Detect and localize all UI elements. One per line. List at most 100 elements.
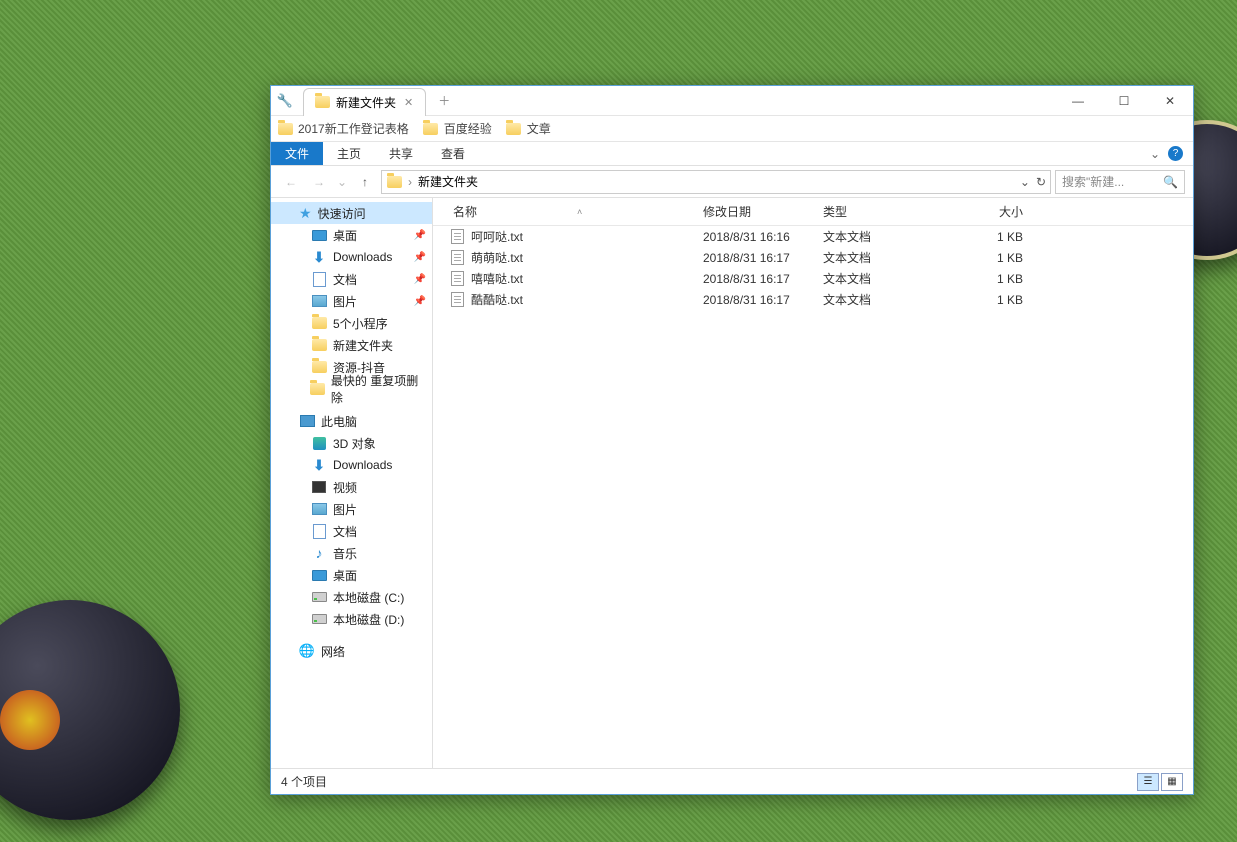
file-size: 1 KB: [963, 293, 1033, 307]
sidebar-network[interactable]: 🌐 网络: [271, 640, 432, 662]
sidebar-label: 图片: [333, 501, 357, 518]
sidebar-quick-access[interactable]: ★ 快速访问: [271, 202, 432, 224]
sidebar-item-3d[interactable]: 3D 对象: [271, 432, 432, 454]
sidebar-item[interactable]: 5个小程序: [271, 312, 432, 334]
ribbon-tab-view[interactable]: 查看: [427, 142, 479, 165]
folder-icon: [312, 361, 327, 373]
document-icon: [313, 272, 326, 287]
sidebar-item-downloads[interactable]: ⬇ Downloads: [271, 454, 432, 476]
status-bar: 4 个项目 ☰ ▦: [271, 768, 1193, 794]
column-header-size[interactable]: 大小: [963, 203, 1033, 220]
sidebar-item-documents[interactable]: 文档 📌: [271, 268, 432, 290]
navigation-pane[interactable]: ★ 快速访问 桌面 📌 ⬇ Downloads 📌 文档 📌 图片: [271, 198, 433, 768]
nav-forward-button[interactable]: →: [307, 170, 331, 194]
text-file-icon: [451, 250, 464, 265]
bookmark-item[interactable]: 2017新工作登记表格: [277, 120, 409, 137]
sidebar-label: Downloads: [333, 250, 392, 264]
sidebar-item-documents[interactable]: 文档: [271, 520, 432, 542]
ribbon-tab-share[interactable]: 共享: [375, 142, 427, 165]
search-input[interactable]: 搜索"新建... 🔍: [1055, 170, 1185, 194]
sidebar-label: 此电脑: [321, 413, 357, 430]
sidebar-item-music[interactable]: ♪ 音乐: [271, 542, 432, 564]
refresh-button[interactable]: ↻: [1036, 175, 1046, 189]
sidebar-item[interactable]: 最快的 重复项删除: [271, 378, 432, 400]
view-details-button[interactable]: ☰: [1137, 773, 1159, 791]
ribbon-tab-home[interactable]: 主页: [323, 142, 375, 165]
folder-icon: [312, 339, 327, 351]
network-icon: 🌐: [299, 643, 315, 659]
file-name: 酷酷哒.txt: [471, 291, 523, 308]
drive-icon: [312, 614, 327, 624]
column-header-name[interactable]: 名称 ˄: [433, 203, 703, 220]
folder-icon: [506, 123, 521, 135]
desktop-icon: [312, 230, 327, 241]
sidebar-item-pictures[interactable]: 图片 📌: [271, 290, 432, 312]
document-icon: [313, 524, 326, 539]
help-button[interactable]: ?: [1168, 146, 1183, 161]
sidebar-item-desktop[interactable]: 桌面: [271, 564, 432, 586]
file-row[interactable]: 嘻嘻哒.txt 2018/8/31 16:17 文本文档 1 KB: [433, 268, 1193, 289]
sidebar-label: Downloads: [333, 458, 392, 472]
file-row[interactable]: 酷酷哒.txt 2018/8/31 16:17 文本文档 1 KB: [433, 289, 1193, 310]
ribbon-file-tab[interactable]: 文件: [271, 142, 323, 165]
file-date: 2018/8/31 16:17: [703, 272, 823, 286]
sidebar-label: 新建文件夹: [333, 337, 393, 354]
sidebar-item-videos[interactable]: 视频: [271, 476, 432, 498]
sidebar-label: 图片: [333, 293, 357, 310]
folder-icon: [423, 123, 438, 135]
nav-recent-dropdown[interactable]: ⌄: [335, 170, 349, 194]
sidebar-item-drive-d[interactable]: 本地磁盘 (D:): [271, 608, 432, 630]
sidebar-item-drive-c[interactable]: 本地磁盘 (C:): [271, 586, 432, 608]
file-type: 文本文档: [823, 249, 963, 266]
window-tab[interactable]: 新建文件夹 ✕: [303, 88, 426, 116]
sidebar-item-pictures[interactable]: 图片: [271, 498, 432, 520]
sidebar-item-downloads[interactable]: ⬇ Downloads 📌: [271, 246, 432, 268]
column-header-date[interactable]: 修改日期: [703, 203, 823, 220]
maximize-button[interactable]: ☐: [1101, 86, 1147, 115]
address-bar: ← → ⌄ ↑ › 新建文件夹 ⌄ ↻ 搜索"新建... 🔍: [271, 166, 1193, 198]
sidebar-item[interactable]: 新建文件夹: [271, 334, 432, 356]
column-header-type[interactable]: 类型: [823, 203, 963, 220]
address-path[interactable]: › 新建文件夹 ⌄ ↻: [381, 170, 1051, 194]
tab-close-button[interactable]: ✕: [402, 96, 415, 109]
ribbon-expand-button[interactable]: ⌄: [1150, 147, 1160, 161]
bookmarks-bar: 2017新工作登记表格 百度经验 文章: [271, 116, 1193, 142]
3d-icon: [313, 437, 326, 450]
file-type: 文本文档: [823, 270, 963, 287]
star-icon: ★: [299, 205, 312, 222]
path-segment[interactable]: 新建文件夹: [418, 173, 478, 190]
bookmark-item[interactable]: 文章: [506, 120, 551, 137]
bookmark-label: 文章: [527, 120, 551, 137]
nav-back-button[interactable]: ←: [279, 170, 303, 194]
titlebar: 🔧 新建文件夹 ✕ ＋ — ☐ ✕: [271, 86, 1193, 116]
sidebar-label: 文档: [333, 271, 357, 288]
file-rows[interactable]: 呵呵哒.txt 2018/8/31 16:16 文本文档 1 KB 萌萌哒.tx…: [433, 226, 1193, 768]
sidebar-label: 最快的 重复项删除: [331, 372, 426, 406]
explorer-window: 🔧 新建文件夹 ✕ ＋ — ☐ ✕ 2017新工作登记表格 百度经验 文章: [270, 85, 1194, 795]
sidebar-label: 3D 对象: [333, 435, 376, 452]
new-tab-button[interactable]: ＋: [432, 92, 456, 109]
pin-icon: 📌: [414, 230, 426, 241]
folder-icon: [310, 383, 325, 395]
text-file-icon: [451, 271, 464, 286]
sidebar-label: 本地磁盘 (D:): [333, 611, 404, 628]
file-type: 文本文档: [823, 228, 963, 245]
sidebar-this-pc[interactable]: 此电脑: [271, 410, 432, 432]
sidebar-label: 网络: [321, 643, 345, 660]
view-icons-button[interactable]: ▦: [1161, 773, 1183, 791]
sidebar-label: 音乐: [333, 545, 357, 562]
file-row[interactable]: 呵呵哒.txt 2018/8/31 16:16 文本文档 1 KB: [433, 226, 1193, 247]
bookmark-item[interactable]: 百度经验: [423, 120, 492, 137]
path-dropdown-button[interactable]: ⌄: [1020, 175, 1030, 189]
nav-up-button[interactable]: ↑: [353, 170, 377, 194]
video-icon: [312, 481, 326, 493]
file-row[interactable]: 萌萌哒.txt 2018/8/31 16:17 文本文档 1 KB: [433, 247, 1193, 268]
file-size: 1 KB: [963, 230, 1033, 244]
customize-qat-button[interactable]: 🔧: [271, 93, 299, 109]
sidebar-item-desktop[interactable]: 桌面 📌: [271, 224, 432, 246]
file-list-pane: 名称 ˄ 修改日期 类型 大小 呵呵哒.txt 2018/8/31 16:16 …: [433, 198, 1193, 768]
bookmark-label: 百度经验: [444, 120, 492, 137]
sidebar-label: 本地磁盘 (C:): [333, 589, 404, 606]
minimize-button[interactable]: —: [1055, 86, 1101, 115]
close-button[interactable]: ✕: [1147, 86, 1193, 115]
